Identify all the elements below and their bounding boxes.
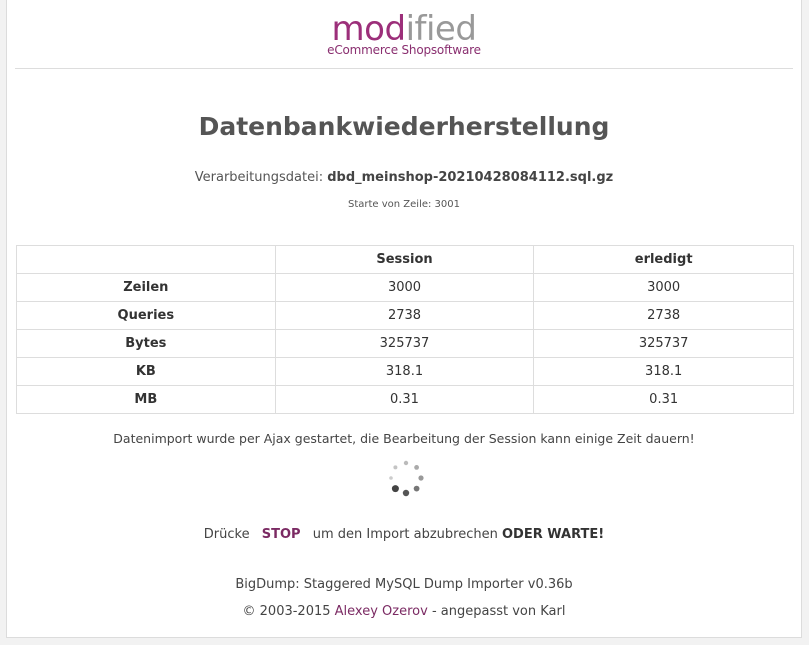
abort-text: um den Import abzubrechen (312, 527, 498, 542)
page-title: Datenbankwiederherstellung (198, 112, 610, 141)
session-value: 318.1 (274, 357, 535, 386)
logo-wordmark: modified (327, 12, 481, 46)
page-frame: modified eCommerce Shopsoftware Datenban… (6, 0, 802, 638)
session-value: 3000 (274, 273, 535, 302)
session-value: 0.31 (274, 385, 535, 414)
table-header-row: Session erledigt (16, 245, 794, 274)
table-header-done: erledigt (533, 245, 794, 274)
row-label: Bytes (16, 329, 276, 358)
file-label: Verarbeitungsdatei: (194, 170, 324, 185)
loading-spinner-icon (389, 460, 424, 497)
row-label: Queries (16, 301, 276, 330)
row-label: MB (16, 385, 276, 414)
table-header-session: Session (274, 245, 535, 274)
press-text: Drücke (203, 527, 250, 542)
file-name: dbd_meinshop-20210428084112.sql.gz (327, 170, 614, 185)
author-link[interactable]: Alexey Ozerov (335, 604, 428, 619)
table-row: MB 0.31 0.31 (16, 385, 794, 414)
processing-file-line: Verarbeitungsdatei: dbd_meinshop-2021042… (7, 170, 801, 185)
table-row: Zeilen 3000 3000 (16, 273, 794, 302)
table-header-cell (16, 245, 276, 274)
table-row: Queries 2738 2738 (16, 301, 794, 330)
session-value: 325737 (274, 329, 535, 358)
import-stats-table: Session erledigt Zeilen 3000 3000 Querie… (16, 245, 794, 414)
footer-version: BigDump: Staggered MySQL Dump Importer v… (235, 577, 573, 592)
stop-instructions: Drücke STOP um den Import abzubrechen OD… (7, 527, 801, 542)
table-row: Bytes 325737 325737 (16, 329, 794, 358)
done-value: 318.1 (533, 357, 794, 386)
logo: modified eCommerce Shopsoftware (327, 12, 481, 57)
adapted-text: - angepasst von Karl (431, 604, 566, 619)
footer-copyright: © 2003-2015 Alexey Ozerov - angepasst vo… (7, 604, 801, 619)
row-label: KB (16, 357, 276, 386)
done-value: 0.31 (533, 385, 794, 414)
stop-link[interactable]: STOP (262, 527, 301, 542)
done-value: 2738 (533, 301, 794, 330)
logo-tagline: eCommerce Shopsoftware (327, 43, 481, 57)
row-label: Zeilen (16, 273, 276, 302)
wait-text: ODER WARTE! (502, 527, 605, 542)
header: modified eCommerce Shopsoftware (15, 0, 793, 69)
start-line-info: Starte von Zeile: 3001 (347, 199, 461, 210)
session-value: 2738 (274, 301, 535, 330)
done-value: 325737 (533, 329, 794, 358)
table-row: KB 318.1 318.1 (16, 357, 794, 386)
ajax-notice: Datenimport wurde per Ajax gestartet, di… (113, 431, 695, 446)
copyright-text: © 2003-2015 (242, 604, 331, 619)
done-value: 3000 (533, 273, 794, 302)
